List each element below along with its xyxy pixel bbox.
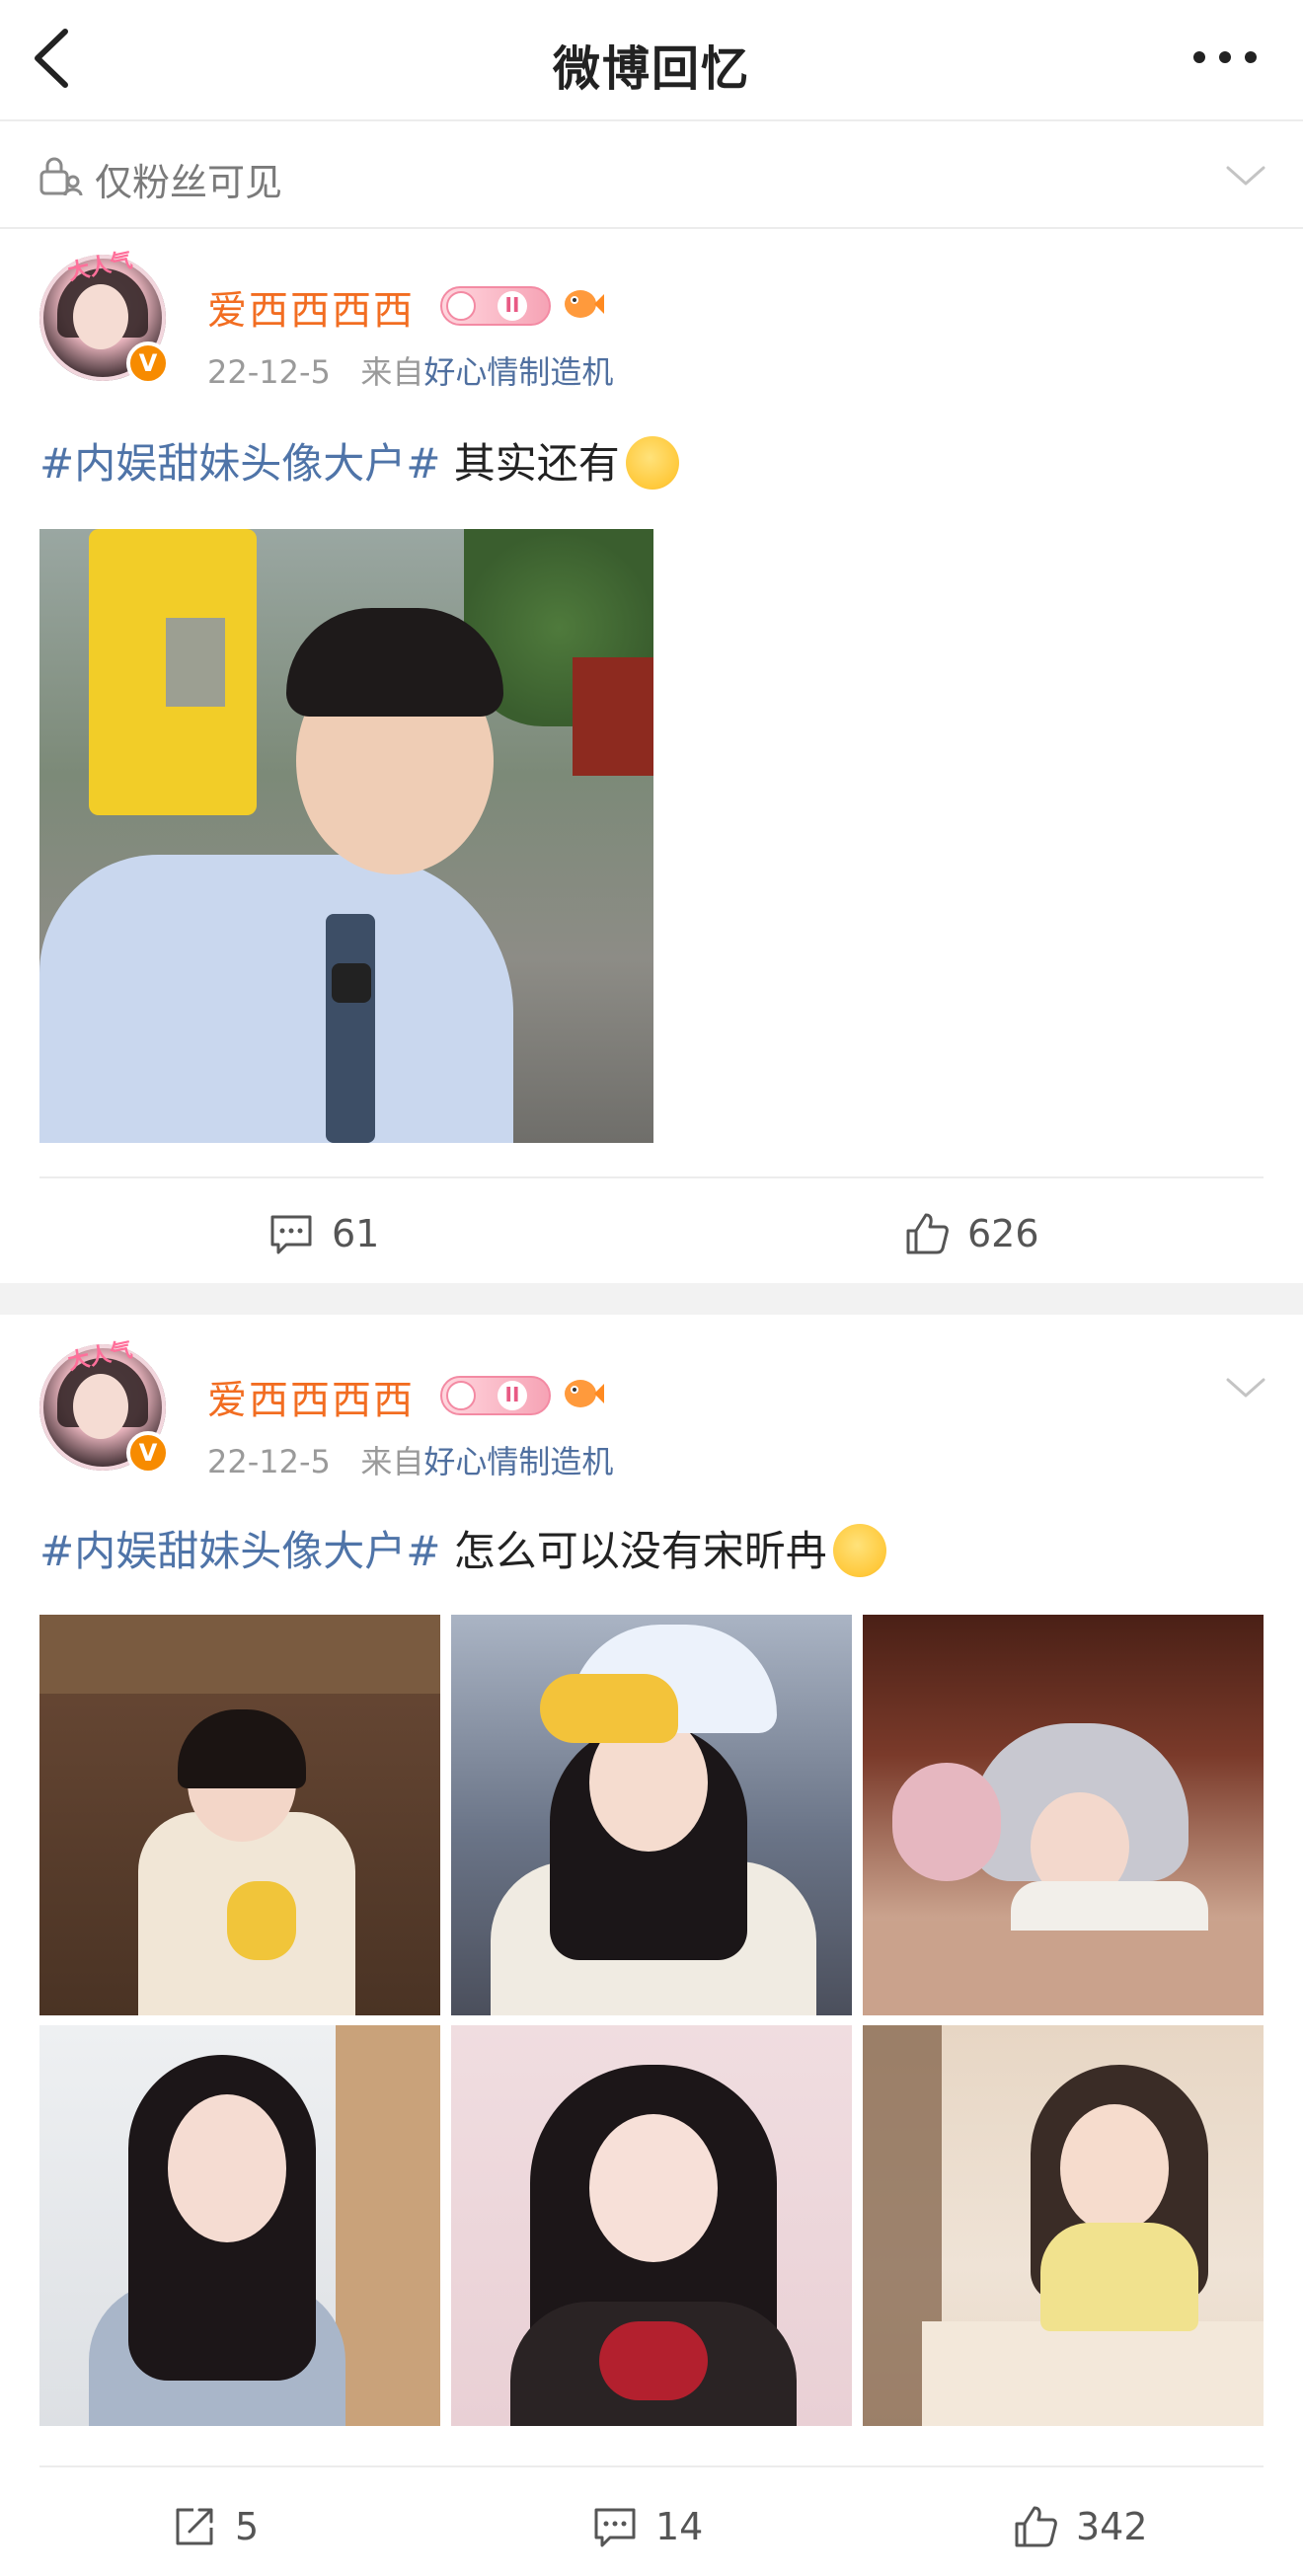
post-text: #内娱甜妹头像大户# 其实还有 [39, 430, 679, 491]
like-button[interactable]: 626 [904, 1204, 1039, 1263]
weibo-memory-page: 微博回忆 仅粉丝可见 大人气 V 爱西西西西 II 22-12-5 来自好心情制… [0, 0, 1303, 2576]
page-title: 微博回忆 [552, 41, 750, 97]
pufferfish-badge-icon [565, 290, 604, 318]
repost-button[interactable]: 5 [172, 2497, 259, 2556]
post-body: 怎么可以没有宋昕冉 [440, 1527, 827, 1575]
repost-count: 5 [235, 2505, 260, 2548]
post-photo[interactable] [39, 529, 653, 1143]
grid-photo[interactable] [451, 2025, 852, 2426]
lock-person-icon [39, 157, 83, 196]
comment-button[interactable]: 14 [592, 2497, 703, 2556]
fan-level-badge: II [440, 1376, 551, 1415]
grid-photo[interactable] [863, 1615, 1264, 2015]
like-count: 342 [1076, 2505, 1148, 2548]
shush-emoji-icon [625, 436, 679, 490]
post-source[interactable]: 好心情制造机 [423, 1443, 613, 1480]
top-nav-bar: 微博回忆 [0, 0, 1303, 121]
post-meta: 22-12-5 来自好心情制造机 [207, 347, 613, 393]
comment-count: 61 [332, 1212, 380, 1255]
verified-v-icon: V [126, 341, 170, 385]
chevron-down-icon[interactable] [1224, 158, 1267, 193]
post-separator [0, 1283, 1303, 1315]
hashtag-link[interactable]: #内娱甜妹头像大户# [39, 1527, 440, 1575]
hashtag-link[interactable]: #内娱甜妹头像大户# [39, 439, 440, 488]
avatar[interactable]: 大人气 V [39, 248, 170, 385]
grid-photo[interactable] [39, 1615, 440, 2015]
post-card: 大人气 V 爱西西西西 II 22-12-5 来自好心情制造机 #内娱甜妹头像大… [0, 1315, 1303, 2576]
visibility-label: 仅粉丝可见 [95, 161, 283, 204]
like-count: 626 [967, 1212, 1039, 1255]
verified-v-icon: V [126, 1431, 170, 1475]
grid-photo[interactable] [863, 2025, 1264, 2426]
post-body: 其实还有 [440, 439, 620, 488]
comment-icon [594, 2508, 636, 2547]
post-card: 大人气 V 爱西西西西 II 22-12-5 来自好心情制造机 #内娱甜妹头像大… [0, 231, 1303, 1277]
like-button[interactable]: 342 [1013, 2497, 1148, 2556]
grid-photo[interactable] [39, 2025, 440, 2426]
post-date: 22-12-5 [207, 353, 331, 391]
username[interactable]: 爱西西西西 [207, 278, 415, 336]
thumbs-up-icon [906, 1213, 949, 1254]
post-source[interactable]: 好心情制造机 [423, 353, 613, 391]
more-dots-icon[interactable] [1189, 38, 1261, 77]
thumbs-up-icon [1015, 2506, 1057, 2547]
comment-icon [270, 1215, 312, 1254]
fan-level-badge: II [440, 286, 551, 326]
post-date: 22-12-5 [207, 1443, 331, 1480]
pufferfish-badge-icon [565, 1380, 604, 1407]
comment-button[interactable]: 61 [268, 1204, 379, 1263]
comment-count: 14 [655, 2505, 704, 2548]
smiling-hearts-emoji-icon [832, 1524, 886, 1577]
source-prefix: 来自 [360, 353, 424, 391]
chevron-down-icon[interactable] [1224, 1370, 1267, 1405]
post-meta: 22-12-5 来自好心情制造机 [207, 1437, 613, 1482]
post-text: #内娱甜妹头像大户# 怎么可以没有宋昕冉 [39, 1518, 886, 1578]
share-icon [176, 2508, 213, 2545]
visibility-bar[interactable]: 仅粉丝可见 [0, 122, 1303, 229]
grid-photo[interactable] [451, 1615, 852, 2015]
avatar[interactable]: 大人气 V [39, 1337, 170, 1475]
source-prefix: 来自 [360, 1443, 424, 1480]
username[interactable]: 爱西西西西 [207, 1368, 415, 1425]
